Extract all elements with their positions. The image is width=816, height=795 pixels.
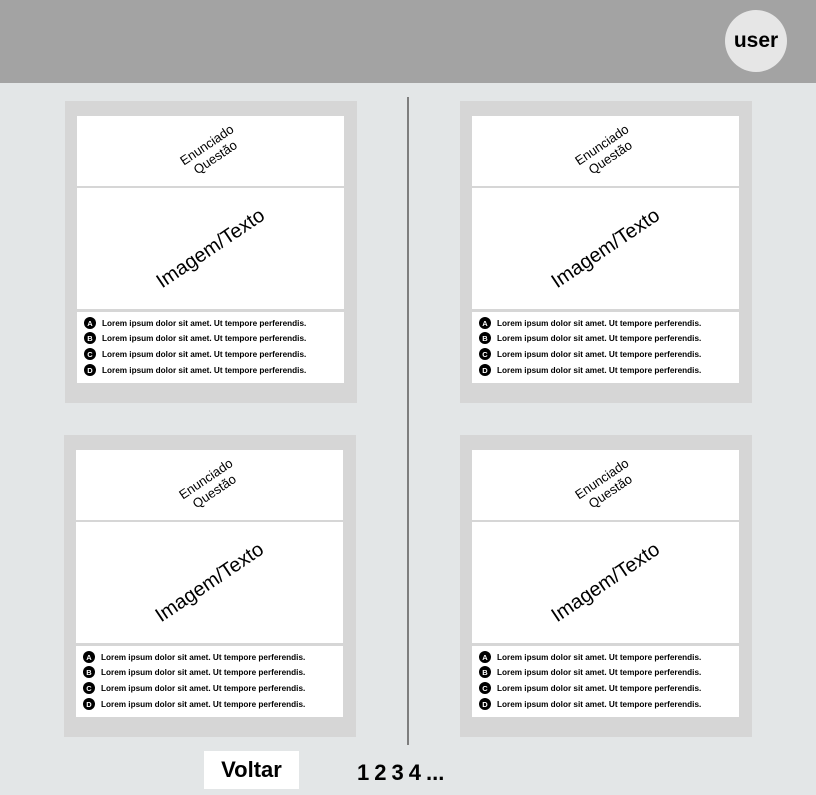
question-card[interactable]: Enunciado Questão Imagem/Texto A Lorem i… xyxy=(460,101,752,403)
option-letter-badge: C xyxy=(84,348,96,360)
option-letter-badge: C xyxy=(83,682,95,694)
question-statement: Enunciado Questão xyxy=(77,116,344,186)
answer-option-a[interactable]: A Lorem ipsum dolor sit amet. Ut tempore… xyxy=(84,317,306,329)
answer-options: A Lorem ipsum dolor sit amet. Ut tempore… xyxy=(77,312,344,383)
question-statement: Enunciado Questão xyxy=(76,450,343,520)
option-letter-badge: B xyxy=(479,332,491,344)
option-text: Lorem ipsum dolor sit amet. Ut tempore p… xyxy=(102,333,307,343)
answer-option-d[interactable]: D Lorem ipsum dolor sit amet. Ut tempore… xyxy=(83,698,305,710)
user-avatar[interactable]: user xyxy=(725,10,787,72)
option-text: Lorem ipsum dolor sit amet. Ut tempore p… xyxy=(102,365,307,375)
option-letter-badge: A xyxy=(479,317,491,329)
answer-option-b[interactable]: B Lorem ipsum dolor sit amet. Ut tempore… xyxy=(479,332,701,344)
question-statement: Enunciado Questão xyxy=(472,116,739,186)
option-letter-badge: A xyxy=(479,651,491,663)
option-text: Lorem ipsum dolor sit amet. Ut tempore p… xyxy=(102,318,307,328)
page-ellipsis[interactable]: ... xyxy=(426,760,444,786)
option-text: Lorem ipsum dolor sit amet. Ut tempore p… xyxy=(101,699,306,709)
option-text: Lorem ipsum dolor sit amet. Ut tempore p… xyxy=(497,667,702,677)
option-text: Lorem ipsum dolor sit amet. Ut tempore p… xyxy=(497,365,702,375)
answer-option-c[interactable]: C Lorem ipsum dolor sit amet. Ut tempore… xyxy=(479,682,701,694)
answer-option-d[interactable]: D Lorem ipsum dolor sit amet. Ut tempore… xyxy=(479,698,701,710)
answer-option-b[interactable]: B Lorem ipsum dolor sit amet. Ut tempore… xyxy=(479,666,701,678)
option-letter-badge: B xyxy=(479,666,491,678)
page-link-4[interactable]: 4 xyxy=(409,760,421,786)
option-letter-badge: B xyxy=(84,332,96,344)
option-letter-badge: B xyxy=(83,666,95,678)
back-button[interactable]: Voltar xyxy=(204,751,299,789)
option-letter-badge: D xyxy=(84,364,96,376)
answer-options: A Lorem ipsum dolor sit amet. Ut tempore… xyxy=(76,646,343,717)
pagination: 1 2 3 4 ... xyxy=(357,760,449,786)
answer-option-a[interactable]: A Lorem ipsum dolor sit amet. Ut tempore… xyxy=(479,651,701,663)
option-text: Lorem ipsum dolor sit amet. Ut tempore p… xyxy=(101,667,306,677)
option-letter-badge: D xyxy=(479,364,491,376)
option-text: Lorem ipsum dolor sit amet. Ut tempore p… xyxy=(497,318,702,328)
option-text: Lorem ipsum dolor sit amet. Ut tempore p… xyxy=(497,652,702,662)
question-content: Imagem/Texto xyxy=(472,188,739,309)
top-bar: user xyxy=(0,0,816,83)
content-placeholder: Imagem/Texto xyxy=(152,203,269,293)
option-text: Lorem ipsum dolor sit amet. Ut tempore p… xyxy=(102,349,307,359)
page-link-1[interactable]: 1 xyxy=(357,760,369,786)
question-card[interactable]: Enunciado Questão Imagem/Texto A Lorem i… xyxy=(460,435,752,737)
option-letter-badge: C xyxy=(479,682,491,694)
option-letter-badge: A xyxy=(83,651,95,663)
question-content: Imagem/Texto xyxy=(472,522,739,643)
answer-option-d[interactable]: D Lorem ipsum dolor sit amet. Ut tempore… xyxy=(84,364,306,376)
option-letter-badge: D xyxy=(83,698,95,710)
answer-option-c[interactable]: C Lorem ipsum dolor sit amet. Ut tempore… xyxy=(83,682,305,694)
answer-option-a[interactable]: A Lorem ipsum dolor sit amet. Ut tempore… xyxy=(479,317,701,329)
answer-option-d[interactable]: D Lorem ipsum dolor sit amet. Ut tempore… xyxy=(479,364,701,376)
content-placeholder: Imagem/Texto xyxy=(151,537,268,627)
question-content: Imagem/Texto xyxy=(77,188,344,309)
option-text: Lorem ipsum dolor sit amet. Ut tempore p… xyxy=(101,683,306,693)
answer-options: A Lorem ipsum dolor sit amet. Ut tempore… xyxy=(472,312,739,383)
answer-option-c[interactable]: C Lorem ipsum dolor sit amet. Ut tempore… xyxy=(479,348,701,360)
answer-option-b[interactable]: B Lorem ipsum dolor sit amet. Ut tempore… xyxy=(84,332,306,344)
question-statement: Enunciado Questão xyxy=(472,450,739,520)
answer-option-a[interactable]: A Lorem ipsum dolor sit amet. Ut tempore… xyxy=(83,651,305,663)
option-text: Lorem ipsum dolor sit amet. Ut tempore p… xyxy=(497,683,702,693)
question-content: Imagem/Texto xyxy=(76,522,343,643)
option-letter-badge: D xyxy=(479,698,491,710)
column-divider xyxy=(407,97,409,745)
content-placeholder: Imagem/Texto xyxy=(547,537,664,627)
answer-options: A Lorem ipsum dolor sit amet. Ut tempore… xyxy=(472,646,739,717)
page-link-3[interactable]: 3 xyxy=(392,760,404,786)
question-card[interactable]: Enunciado Questão Imagem/Texto A Lorem i… xyxy=(65,101,357,403)
answer-option-c[interactable]: C Lorem ipsum dolor sit amet. Ut tempore… xyxy=(84,348,306,360)
answer-option-b[interactable]: B Lorem ipsum dolor sit amet. Ut tempore… xyxy=(83,666,305,678)
option-text: Lorem ipsum dolor sit amet. Ut tempore p… xyxy=(497,699,702,709)
option-letter-badge: A xyxy=(84,317,96,329)
page-link-2[interactable]: 2 xyxy=(374,760,386,786)
question-card[interactable]: Enunciado Questão Imagem/Texto A Lorem i… xyxy=(64,435,356,737)
option-text: Lorem ipsum dolor sit amet. Ut tempore p… xyxy=(101,652,306,662)
content-placeholder: Imagem/Texto xyxy=(547,203,664,293)
option-letter-badge: C xyxy=(479,348,491,360)
option-text: Lorem ipsum dolor sit amet. Ut tempore p… xyxy=(497,333,702,343)
option-text: Lorem ipsum dolor sit amet. Ut tempore p… xyxy=(497,349,702,359)
